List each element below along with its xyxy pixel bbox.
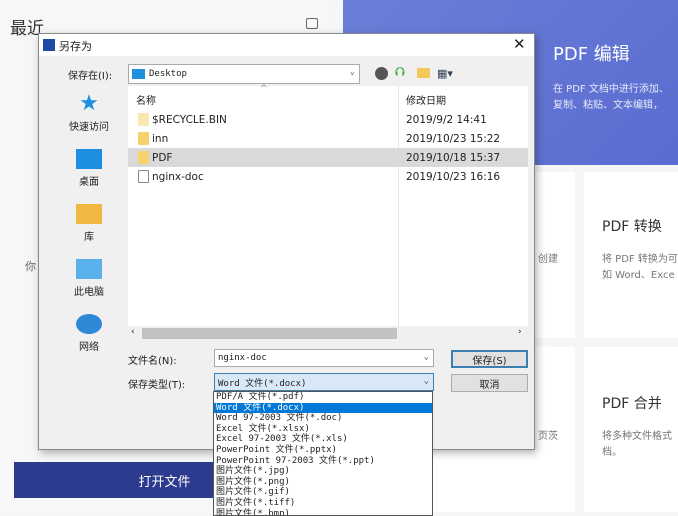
close-icon[interactable]: ✕ bbox=[513, 35, 526, 53]
hero-desc-1: 在 PDF 文档中进行添加、 bbox=[553, 84, 669, 95]
filetype-select[interactable]: Word 文件(*.docx) ⌄ bbox=[214, 373, 434, 391]
file-row-selected[interactable]: PDF 2019/10/18 15:37 bbox=[128, 148, 528, 167]
filetype-option[interactable]: Excel 97-2003 文件(*.xls) bbox=[214, 434, 432, 445]
back-icon[interactable] bbox=[375, 67, 388, 80]
folder-icon bbox=[138, 151, 149, 164]
save-in-label: 保存在(I): bbox=[68, 71, 113, 82]
computer-icon bbox=[76, 259, 102, 279]
hero-title: PDF 编辑 bbox=[553, 44, 630, 65]
filetype-option[interactable]: Word 文件(*.docx) bbox=[214, 402, 432, 414]
filetype-option[interactable]: PowerPoint 文件(*.pptx) bbox=[214, 445, 432, 456]
sidebar-item-this-pc[interactable]: 此电脑 bbox=[49, 259, 129, 298]
chevron-down-icon: ⌄ bbox=[349, 67, 355, 77]
column-modified[interactable]: 修改日期 bbox=[406, 92, 446, 107]
card-merge-desc: 将多种文件格式 档。 bbox=[602, 429, 672, 461]
file-list: 名称 ^ 修改日期 $RECYCLE.BIN 2019/9/2 14:41 inn… bbox=[128, 84, 528, 341]
filetype-option[interactable]: 图片文件(*.png) bbox=[214, 477, 432, 488]
label: 快速访问 bbox=[69, 122, 109, 133]
save-in-value: Desktop bbox=[149, 69, 187, 79]
folder-icon bbox=[138, 113, 149, 126]
card-convert-desc: 将 PDF 转换为可如 Word、Exce bbox=[602, 252, 678, 284]
view-menu-icon[interactable]: ▦▾ bbox=[437, 67, 453, 80]
horizontal-scrollbar[interactable]: ‹ › bbox=[128, 326, 528, 341]
d1: 将多种文件格式 bbox=[602, 431, 672, 442]
file-name: PDF bbox=[152, 151, 173, 164]
filetype-option[interactable]: Excel 文件(*.xlsx) bbox=[214, 424, 432, 435]
card-convert-title: PDF 转换 bbox=[602, 219, 662, 235]
file-row[interactable]: nginx-doc 2019/10/23 16:16 bbox=[128, 167, 528, 186]
card-create-text: 创建 bbox=[538, 254, 558, 265]
file-name: $RECYCLE.BIN bbox=[152, 113, 227, 126]
new-folder-icon[interactable] bbox=[417, 68, 430, 78]
d1: 将 PDF 转换为可 bbox=[602, 254, 678, 265]
card-page-text: 页茨 bbox=[538, 431, 558, 442]
file-date: 2019/10/23 15:22 bbox=[406, 132, 501, 145]
dialog-title: 另存为 bbox=[59, 40, 92, 53]
filetype-option[interactable]: PDF/A 文件(*.pdf) bbox=[214, 392, 432, 403]
chevron-down-icon[interactable]: ⌄ bbox=[424, 376, 429, 386]
hint-text: 你 bbox=[25, 260, 36, 273]
sidebar-item-network[interactable]: 网络 bbox=[49, 314, 129, 353]
folder-icon bbox=[138, 132, 149, 145]
file-date: 2019/10/18 15:37 bbox=[406, 151, 501, 164]
column-name[interactable]: 名称 bbox=[136, 92, 156, 107]
file-name: inn bbox=[152, 132, 169, 145]
hero-desc-2: 复制、粘贴、文本编辑， bbox=[553, 100, 663, 111]
d2: 档。 bbox=[602, 447, 622, 458]
label: 此电脑 bbox=[74, 287, 104, 298]
sidebar-item-desktop[interactable]: 桌面 bbox=[49, 149, 129, 188]
scroll-thumb[interactable] bbox=[142, 328, 397, 339]
filetype-option[interactable]: 图片文件(*.tiff) bbox=[214, 498, 432, 509]
file-row[interactable]: $RECYCLE.BIN 2019/9/2 14:41 bbox=[128, 110, 528, 129]
star-icon: ★ bbox=[79, 91, 99, 116]
cancel-button[interactable]: 取消 bbox=[451, 374, 528, 392]
filetype-option[interactable]: 图片文件(*.jpg) bbox=[214, 466, 432, 477]
save-button[interactable]: 保存(S) bbox=[451, 350, 528, 368]
label: 网络 bbox=[79, 342, 99, 353]
filetype-option[interactable]: 图片文件(*.gif) bbox=[214, 487, 432, 498]
scroll-right-icon[interactable]: › bbox=[518, 327, 522, 337]
sidebar-item-library[interactable]: 库 bbox=[49, 204, 129, 243]
filetype-option[interactable]: PowerPoint 97-2003 文件(*.ppt) bbox=[214, 456, 432, 467]
chevron-down-icon[interactable]: ⌄ bbox=[424, 352, 429, 362]
d2: 如 Word、Exce bbox=[602, 270, 675, 281]
up-folder-icon[interactable]: ⮉ bbox=[395, 65, 405, 80]
lock-icon[interactable] bbox=[306, 18, 318, 29]
filetype-label: 保存类型(T): bbox=[128, 380, 186, 391]
scroll-left-icon[interactable]: ‹ bbox=[131, 327, 135, 337]
desktop-icon bbox=[132, 69, 145, 79]
filetype-option[interactable]: Word 97-2003 文件(*.doc) bbox=[214, 413, 432, 424]
filename-label: 文件名(N): bbox=[128, 356, 177, 367]
desktop-icon bbox=[76, 149, 102, 169]
title-bar: 另存为 ✕ bbox=[39, 34, 534, 56]
filetype-value: Word 文件(*.docx) bbox=[218, 378, 307, 389]
card-merge[interactable]: PDF 合并 将多种文件格式 档。 bbox=[584, 347, 678, 512]
card-convert[interactable]: PDF 转换 将 PDF 转换为可如 Word、Exce bbox=[584, 172, 678, 338]
file-date: 2019/9/2 14:41 bbox=[406, 113, 487, 126]
label: 桌面 bbox=[79, 177, 99, 188]
file-name: nginx-doc bbox=[152, 170, 204, 183]
sort-up-icon: ^ bbox=[260, 84, 268, 94]
filetype-option[interactable]: 图片文件(*.bmp) bbox=[214, 509, 432, 515]
filename-input[interactable]: nginx-doc ⌄ bbox=[214, 349, 434, 367]
filetype-dropdown: PDF/A 文件(*.pdf) Word 文件(*.docx) Word 97-20… bbox=[213, 391, 433, 516]
filename-value: nginx-doc bbox=[218, 353, 267, 363]
app-icon bbox=[43, 39, 55, 51]
network-icon bbox=[76, 314, 102, 334]
save-in-combo[interactable]: Desktop ⌄ bbox=[128, 64, 360, 84]
card-merge-title: PDF 合并 bbox=[602, 396, 662, 412]
library-icon bbox=[76, 204, 102, 224]
hero-desc: 在 PDF 文档中进行添加、 复制、粘贴、文本编辑， bbox=[553, 82, 678, 114]
file-date: 2019/10/23 16:16 bbox=[406, 170, 501, 183]
save-as-dialog: 另存为 ✕ 保存在(I): Desktop ⌄ ⮉ ▦▾ ★ 快速访问 桌面 库 … bbox=[38, 33, 535, 450]
label: 库 bbox=[84, 232, 94, 243]
sidebar-item-quick-access[interactable]: ★ 快速访问 bbox=[49, 91, 129, 134]
file-row[interactable]: inn 2019/10/23 15:22 bbox=[128, 129, 528, 148]
document-icon bbox=[138, 170, 149, 183]
